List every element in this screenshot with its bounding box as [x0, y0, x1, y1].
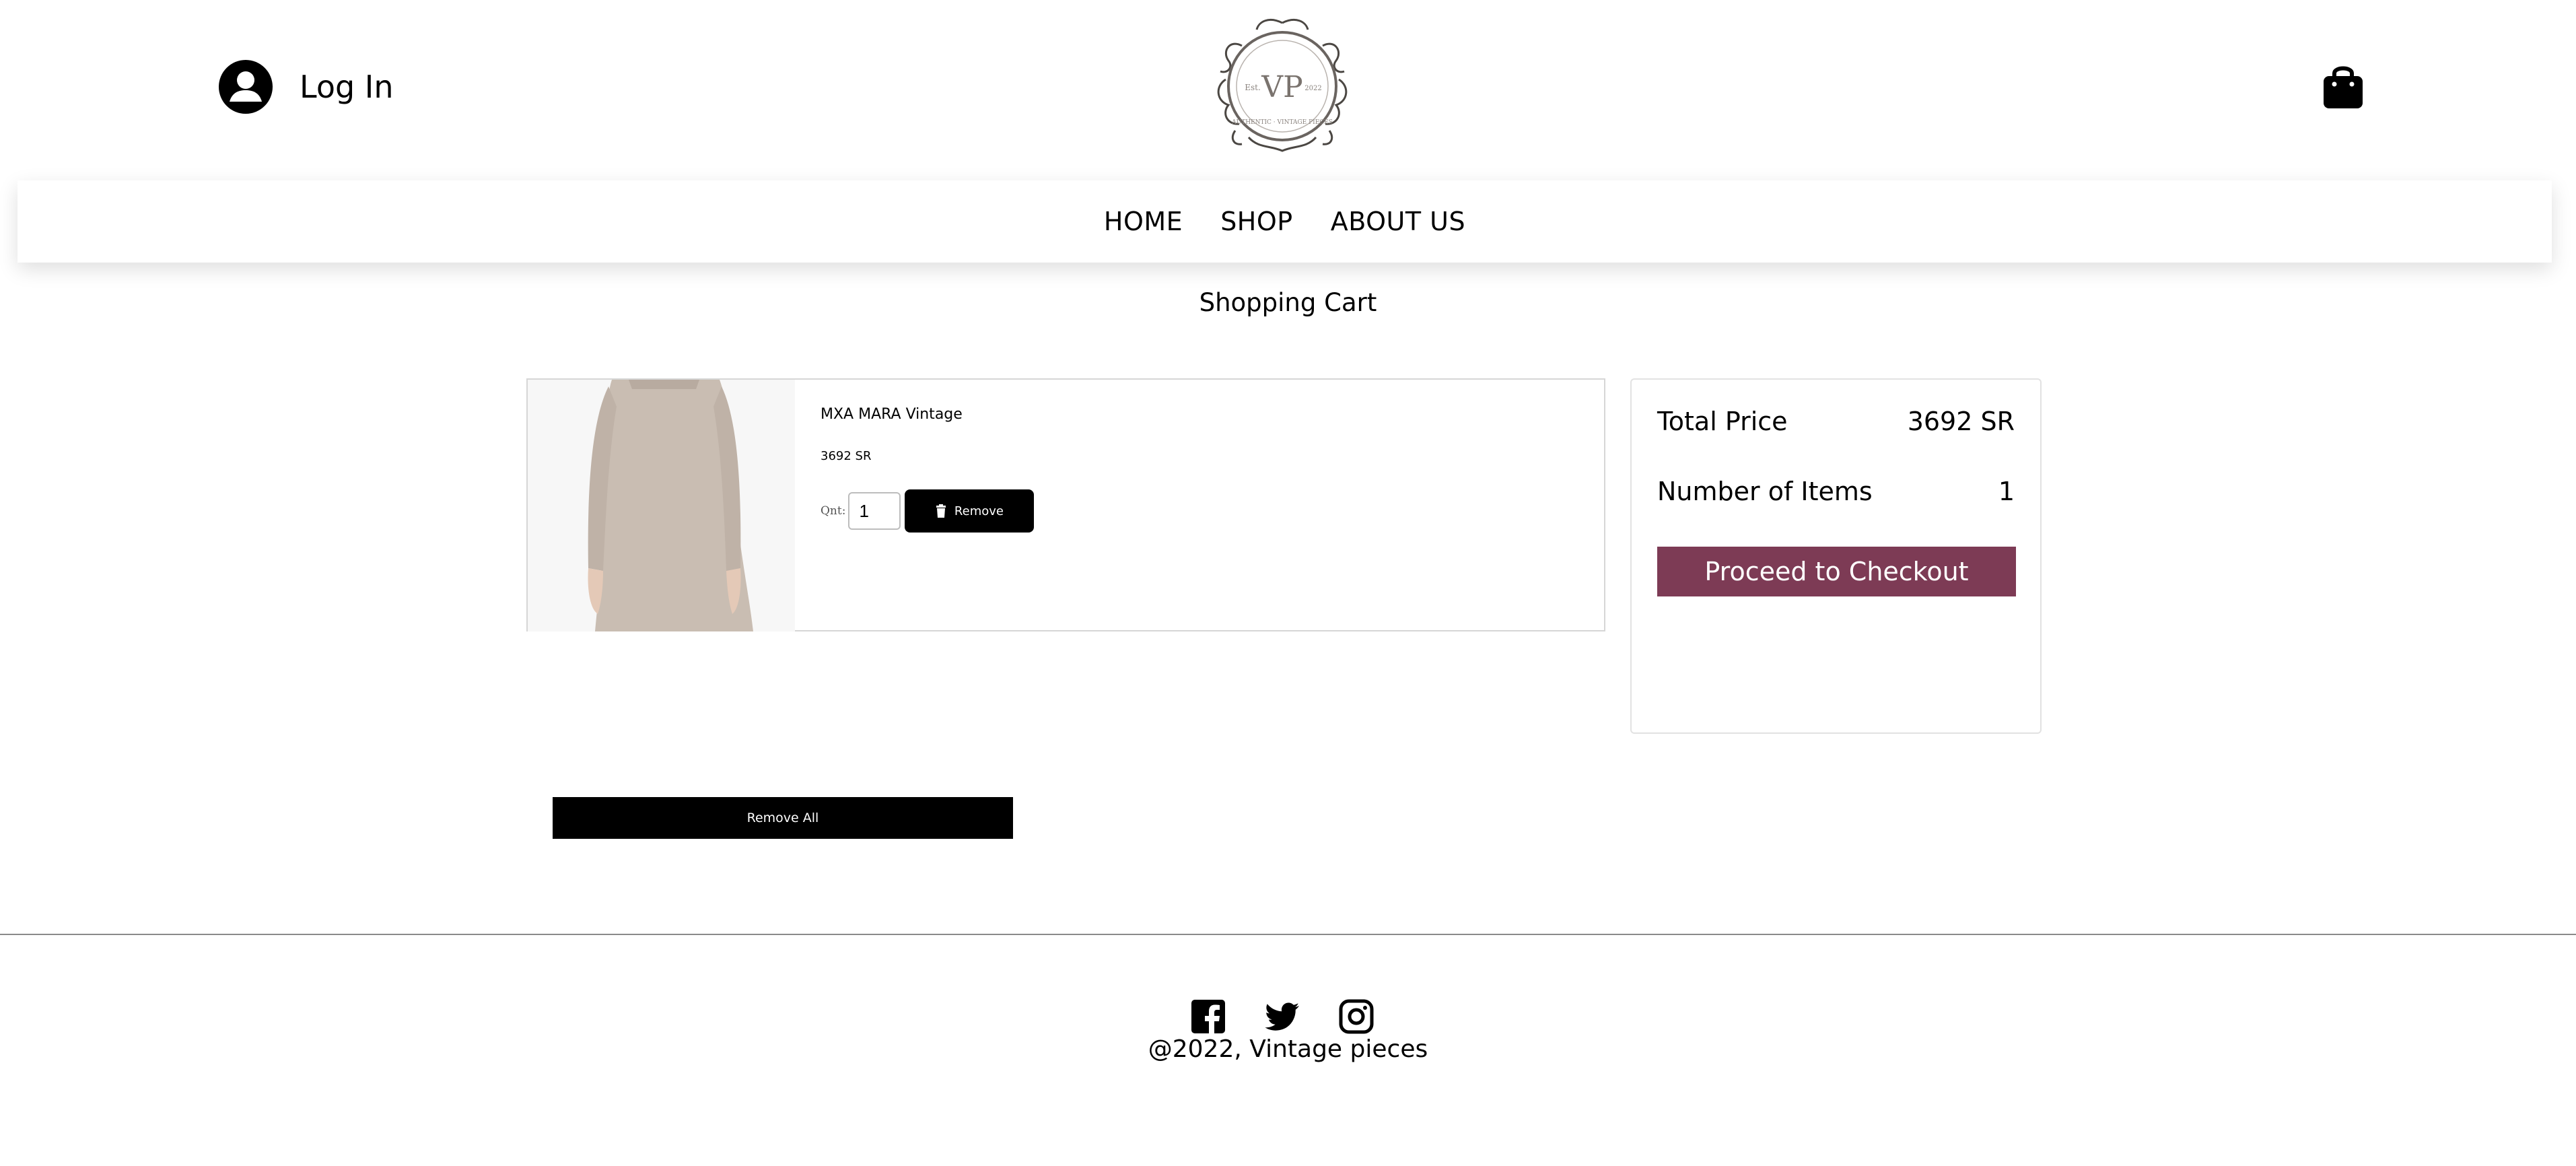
site-header: Log In VP Est. 2022 AUTHENTIC · VINTAGE … [0, 0, 2576, 180]
login-link[interactable]: Log In [219, 60, 394, 114]
product-name[interactable]: MXA MARA Vintage [821, 406, 963, 423]
remove-all-button[interactable]: Remove All [553, 797, 1013, 839]
total-price-row: Total Price 3692 SR [1657, 407, 2015, 436]
product-image[interactable] [528, 380, 795, 631]
page-title: Shopping Cart [1199, 288, 1377, 317]
logo-monogram: VP [1261, 70, 1302, 104]
product-price: 3692 SR [821, 449, 872, 463]
total-price-label: Total Price [1657, 407, 1788, 436]
instagram-icon[interactable] [1338, 998, 1374, 1035]
order-summary: Total Price 3692 SR Number of Items 1 Pr… [1630, 378, 2042, 734]
nav-home[interactable]: HOME [1104, 207, 1183, 236]
nav-about-us[interactable]: ABOUT US [1331, 207, 1465, 236]
logo-ring-text: AUTHENTIC · VINTAGE PIECES [1231, 119, 1333, 126]
logo-year-label: 2022 [1304, 85, 1321, 92]
trash-icon [936, 504, 946, 518]
total-price-value: 3692 SR [1907, 407, 2015, 436]
site-logo[interactable]: VP Est. 2022 AUTHENTIC · VINTAGE PIECES [1195, 12, 1370, 159]
cart-item: MXA MARA Vintage 3692 SR Qnt: Remove [526, 378, 1605, 631]
copyright-text: @2022, Vintage pieces [1148, 1035, 1428, 1063]
quantity-input[interactable] [848, 492, 901, 530]
checkout-button[interactable]: Proceed to Checkout [1657, 547, 2016, 596]
twitter-icon[interactable] [1264, 998, 1300, 1035]
main-nav: HOME SHOP ABOUT US [18, 180, 2552, 263]
shopping-bag-icon[interactable] [2321, 63, 2365, 110]
logo-est-label: Est. [1245, 83, 1261, 92]
item-count-value: 1 [1998, 477, 2015, 506]
item-count-row: Number of Items 1 [1657, 477, 2015, 506]
nav-shop[interactable]: SHOP [1220, 207, 1293, 236]
social-links [1190, 998, 1374, 1035]
login-label: Log In [300, 69, 394, 105]
user-icon [219, 60, 273, 114]
remove-item-label: Remove [954, 504, 1004, 518]
footer-divider [0, 934, 2576, 935]
item-count-label: Number of Items [1657, 477, 1873, 506]
remove-item-button[interactable]: Remove [905, 489, 1035, 533]
facebook-icon[interactable] [1190, 998, 1226, 1035]
quantity-label: Qnt: [821, 504, 846, 518]
quantity-row: Qnt: Remove [821, 489, 1035, 533]
